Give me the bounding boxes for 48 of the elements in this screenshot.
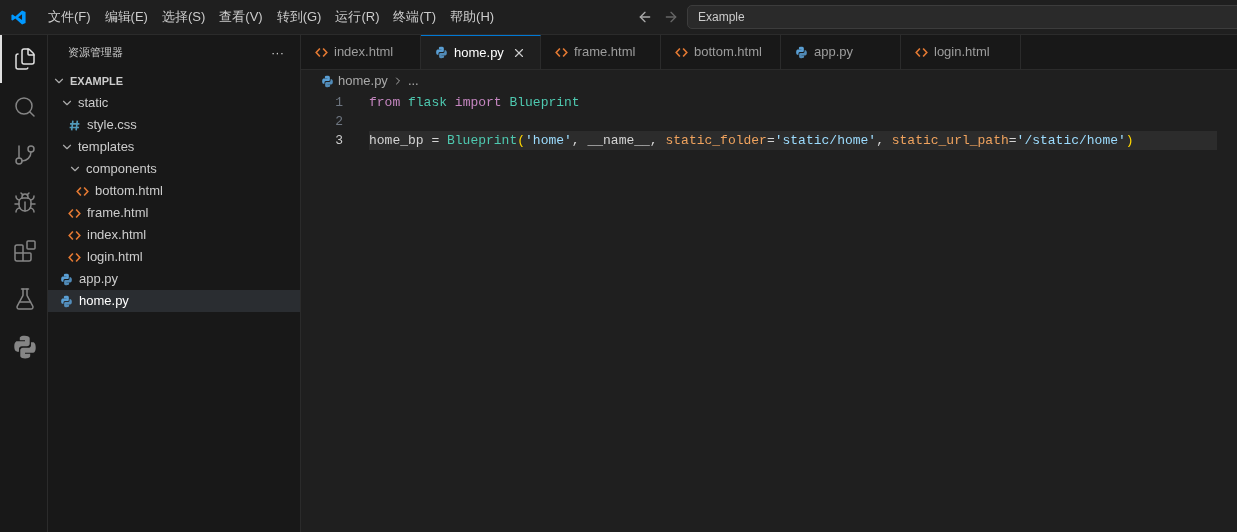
folder-row[interactable]: templates <box>48 136 300 158</box>
code-line: from flask import Blueprint <box>369 93 581 112</box>
file-row[interactable]: index.html <box>48 224 300 246</box>
folder-row[interactable]: static <box>48 92 300 114</box>
menu-item[interactable]: 转到(G) <box>269 7 329 27</box>
breadcrumb-more[interactable]: ... <box>407 71 419 91</box>
file-row[interactable]: frame.html <box>48 202 300 224</box>
line-number: 1 <box>334 93 343 112</box>
file-row[interactable]: home.py <box>48 290 300 312</box>
line-number: 3 <box>334 131 343 150</box>
file-row[interactable]: app.py <box>48 268 300 290</box>
python-file-icon <box>60 272 73 286</box>
menu-item[interactable]: 编辑(E) <box>97 7 155 27</box>
menu-item[interactable]: 选择(S) <box>154 7 213 27</box>
editor-tab[interactable]: home.py <box>421 35 541 69</box>
code-brackets-icon <box>76 184 89 198</box>
code-brackets-icon <box>555 45 568 59</box>
breadcrumb-file[interactable]: home.py <box>338 71 388 91</box>
menu-item[interactable]: 运行(R) <box>328 7 387 27</box>
hash-icon <box>68 118 81 132</box>
menu-item[interactable]: 终端(T) <box>386 7 444 27</box>
editor-tab[interactable]: app.py <box>781 35 901 69</box>
python-file-icon <box>435 46 448 59</box>
folder-row[interactable]: components <box>48 158 300 180</box>
line-number: 2 <box>334 112 343 131</box>
folder-header[interactable]: EXAMPLE <box>48 70 300 92</box>
editor-logo-icon <box>10 8 27 26</box>
panel-title: 资源管理器 <box>68 45 123 61</box>
menu-item[interactable]: 帮助(H) <box>443 7 502 27</box>
editor-tab[interactable]: frame.html <box>541 35 661 69</box>
file-row[interactable]: bottom.html <box>48 180 300 202</box>
command-center-field[interactable]: Example <box>687 5 1237 29</box>
code-brackets-icon <box>68 250 81 264</box>
editor-tab[interactable]: login.html <box>901 35 1021 69</box>
editor-tab[interactable]: bottom.html <box>661 35 781 69</box>
python-file-icon <box>795 45 808 59</box>
menu-item[interactable]: 文件(F) <box>41 7 98 27</box>
file-row[interactable]: style.css <box>48 114 300 136</box>
file-row[interactable]: login.html <box>48 246 300 268</box>
code-brackets-icon <box>315 45 328 59</box>
code-brackets-icon <box>68 206 81 220</box>
python-file-icon <box>60 294 73 308</box>
menu-item[interactable]: 查看(V) <box>212 7 270 27</box>
more-actions[interactable]: ··· <box>271 42 284 63</box>
code-brackets-icon <box>68 228 81 242</box>
code-brackets-icon <box>915 45 928 59</box>
code-brackets-icon <box>675 45 688 59</box>
python-file-icon <box>321 74 334 88</box>
